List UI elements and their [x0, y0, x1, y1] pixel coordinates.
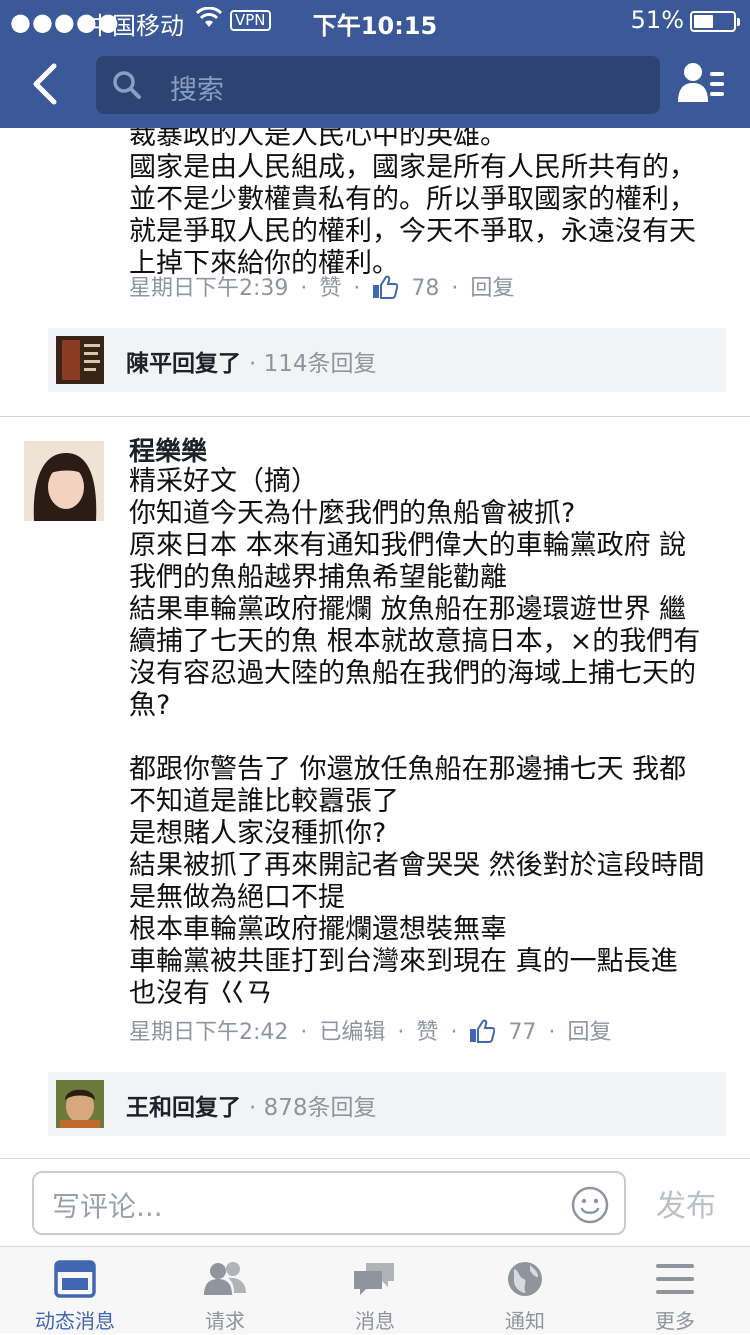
- comment-timestamp: 星期日下午2:39: [129, 276, 289, 301]
- comment-line: 結果被抓了再來開記者會哭哭 然後對於這段時間: [129, 850, 705, 881]
- messages-icon: [354, 1263, 394, 1295]
- search-icon: [113, 71, 141, 99]
- news-feed-icon: [54, 1260, 96, 1298]
- tab-news-feed[interactable]: 动态消息: [0, 1247, 150, 1335]
- reply-button[interactable]: 回复: [470, 276, 514, 301]
- comment-line: 結果車輪黨政府擺爛 放魚船在那邊環遊世界 繼: [129, 594, 687, 625]
- comment-placeholder: 写评论...: [52, 1190, 163, 1223]
- comment-line: 也沒有 巜ㄢ: [129, 978, 273, 1009]
- comment-input[interactable]: 写评论...: [32, 1171, 626, 1235]
- like-thumb-icon: [373, 275, 399, 299]
- battery-icon: [690, 11, 740, 32]
- friends-list-icon[interactable]: [678, 62, 726, 106]
- comment-line: 車輪黨被共匪打到台灣來到現在 真的一點長進: [129, 946, 678, 977]
- tab-label: 动态消息: [35, 1309, 115, 1333]
- globe-notifications-icon: [508, 1262, 542, 1296]
- comment-meta: 星期日下午2:39 · 赞 · 78 · 回复: [129, 275, 515, 301]
- comment-line: 精采好文（摘）: [129, 466, 318, 497]
- comment-line: 我們的魚船越界捕魚希望能勸離: [129, 562, 507, 593]
- comment-line: 根本車輪黨政府擺爛還想裝無辜: [129, 914, 507, 945]
- reply-button[interactable]: 回复: [567, 1020, 611, 1045]
- battery-fill: [694, 15, 713, 28]
- comment-line: 裁暴政的人是人民心中的英雄。: [129, 128, 507, 151]
- reply-summary: 陳平回复了 · 114条回复: [126, 344, 377, 378]
- emoji-icon[interactable]: [570, 1185, 610, 1225]
- comment-line: 是無做為絕口不提: [129, 882, 345, 913]
- like-count: 78: [411, 276, 440, 301]
- reply-summary: 王和回复了 · 878条回复: [126, 1088, 377, 1122]
- comment-line: 不知道是誰比較囂張了: [129, 786, 399, 817]
- comment-line: 沒有容忍過大陸的魚船在我們的海域上捕七天的: [129, 658, 696, 689]
- comment-line: [129, 722, 739, 754]
- reply-count: · 878条回复: [249, 1095, 377, 1121]
- comment-author[interactable]: 程樂樂: [129, 436, 207, 468]
- back-arrow-icon[interactable]: [26, 62, 66, 106]
- replier-name: 陳平回复了: [126, 351, 241, 377]
- avatar[interactable]: [24, 441, 104, 521]
- like-button[interactable]: 赞: [416, 1020, 438, 1045]
- edited-label[interactable]: 已编辑: [319, 1020, 385, 1045]
- comment-text: 裁暴政的人是人民心中的英雄。 國家是由人民組成，國家是所有人民所共有的， 並不是…: [129, 128, 729, 280]
- comment-feed[interactable]: 裁暴政的人是人民心中的英雄。 國家是由人民組成，國家是所有人民所共有的， 並不是…: [0, 128, 750, 1158]
- top-bar: ●●●●● 中国移动 VPN 下午10:15 51% 搜索: [0, 0, 750, 128]
- status-bar: ●●●●● 中国移动 VPN 下午10:15 51%: [0, 0, 750, 40]
- like-button[interactable]: 赞: [319, 276, 341, 301]
- comment-line: 並不是少數權貴私有的。所以爭取國家的權利，: [129, 184, 696, 215]
- tab-requests[interactable]: 请求: [150, 1247, 300, 1335]
- menu-icon: [656, 1264, 694, 1294]
- comment-line: 就是爭取人民的權利，今天不爭取，永遠沒有天: [129, 216, 696, 247]
- comment-line: 魚?: [129, 690, 171, 721]
- tab-label: 请求: [205, 1309, 245, 1333]
- tab-messages[interactable]: 消息: [300, 1247, 450, 1335]
- battery-percent: 51%: [630, 6, 684, 34]
- comment-meta: 星期日下午2:42 · 已编辑 · 赞 · 77 · 回复: [129, 1019, 612, 1045]
- comment-composer: 写评论... 发布: [0, 1158, 750, 1246]
- post-button[interactable]: 发布: [656, 1181, 716, 1225]
- view-replies-button[interactable]: 陳平回复了 · 114条回复: [48, 328, 726, 392]
- search-placeholder: 搜索: [170, 75, 224, 106]
- avatar: [56, 336, 104, 384]
- search-input[interactable]: 搜索: [96, 56, 660, 114]
- tab-more[interactable]: 更多: [600, 1247, 750, 1335]
- friend-requests-icon: [204, 1262, 246, 1295]
- tab-label: 更多: [655, 1309, 695, 1333]
- like-thumb-icon: [470, 1019, 496, 1043]
- tab-label: 通知: [505, 1309, 545, 1333]
- comment-line: 國家是由人民組成，國家是所有人民所共有的，: [129, 152, 696, 183]
- comment-text: 精采好文（摘） 你知道今天為什麼我們的魚船會被抓? 原來日本 本來有通知我們偉大…: [129, 466, 739, 1010]
- divider: [0, 416, 750, 417]
- comment-line: 續捕了七天的魚 根本就故意搞日本，×的我們有: [129, 626, 701, 657]
- reply-count: · 114条回复: [249, 351, 377, 377]
- tab-notifications[interactable]: 通知: [450, 1247, 600, 1335]
- replier-name: 王和回复了: [126, 1095, 241, 1121]
- comment-line: 你知道今天為什麼我們的魚船會被抓?: [129, 498, 576, 529]
- bottom-tab-bar: 动态消息 请求 消息 通知 更多: [0, 1246, 750, 1334]
- tab-label: 消息: [355, 1309, 395, 1333]
- comment-timestamp: 星期日下午2:42: [129, 1020, 289, 1045]
- like-count: 77: [508, 1020, 537, 1045]
- comment-line: 都跟你警告了 你還放任魚船在那邊捕七天 我都: [129, 754, 687, 785]
- comment-line: 原來日本 本來有通知我們偉大的車輪黨政府 說: [129, 530, 687, 561]
- view-replies-button[interactable]: 王和回复了 · 878条回复: [48, 1072, 726, 1136]
- comment-line: 是想賭人家沒種抓你?: [129, 818, 387, 849]
- avatar: [56, 1080, 104, 1128]
